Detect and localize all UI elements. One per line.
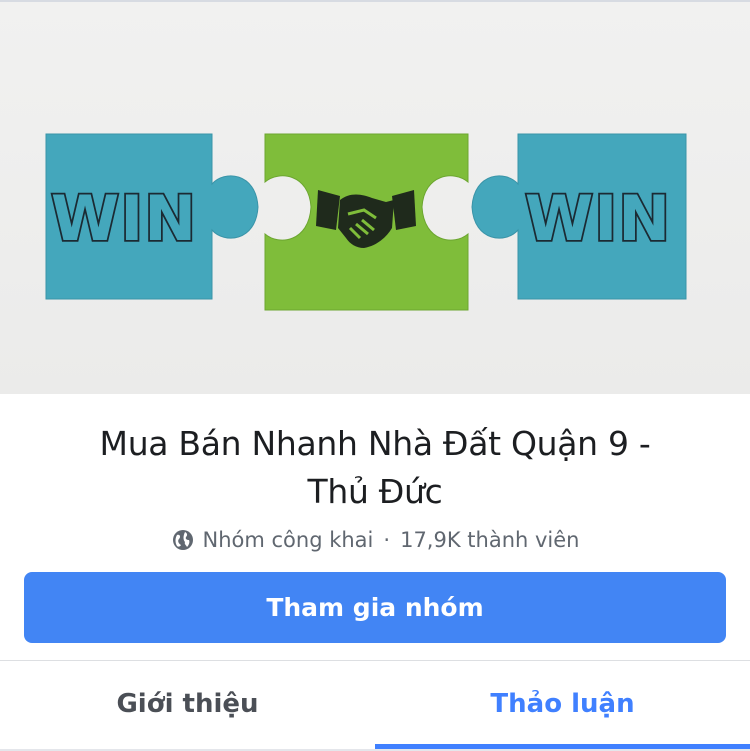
group-title-line-2: Thủ Đức xyxy=(307,472,443,511)
left-win-label: WIN xyxy=(51,182,197,255)
globe-icon xyxy=(171,528,195,552)
group-meta: Nhóm công khai · 17,9K thành viên xyxy=(0,528,750,552)
group-title-line-1: Mua Bán Nhanh Nhà Đất Quận 9 - xyxy=(99,424,651,463)
right-puzzle-piece: WIN xyxy=(471,133,687,300)
center-puzzle-piece xyxy=(264,133,469,311)
join-group-button[interactable]: Tham gia nhóm xyxy=(24,572,726,643)
privacy-label: Nhóm công khai xyxy=(202,528,374,552)
meta-separator: · xyxy=(383,528,391,552)
member-count: 17,9K thành viên xyxy=(400,528,580,552)
right-win-label: WIN xyxy=(525,182,671,255)
tab-discussion[interactable]: Thảo luận xyxy=(375,661,750,747)
group-title: Mua Bán Nhanh Nhà Đất Quận 9 - Thủ Đức xyxy=(0,420,750,516)
left-puzzle-piece: WIN xyxy=(45,133,259,300)
group-cover-photo[interactable]: WIN WIN xyxy=(0,2,750,394)
tab-about[interactable]: Giới thiệu xyxy=(0,661,375,747)
puzzle-illustration: WIN WIN xyxy=(45,133,687,311)
